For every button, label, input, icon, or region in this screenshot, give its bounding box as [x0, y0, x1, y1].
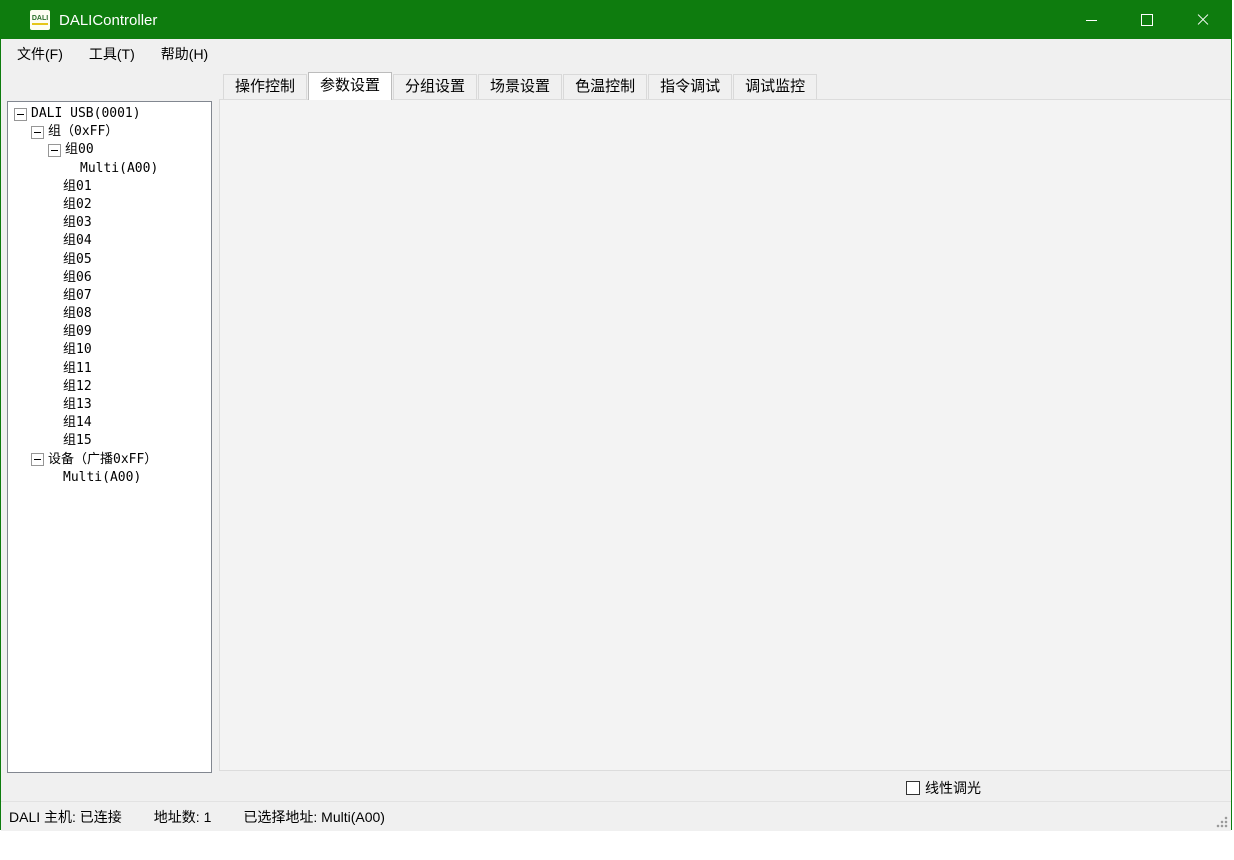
app-window: DALI DALIController 文件(F)工具(T)帮助(H) 操作控制…: [0, 0, 1232, 830]
tab-strip: 操作控制参数设置分组设置场景设置色温控制指令调试调试监控: [223, 74, 818, 100]
minimize-icon: [1086, 20, 1097, 21]
maximize-icon: [1141, 14, 1153, 26]
menu-item-1[interactable]: 工具(T): [79, 40, 145, 68]
tree-item-label: 组07: [63, 287, 92, 305]
resize-grip[interactable]: [1216, 816, 1228, 828]
tab-参数设置[interactable]: 参数设置: [308, 72, 392, 100]
status-bar: DALI 主机: 已连接 地址数: 1 已选择地址: Multi(A00): [1, 801, 1231, 831]
tree-item-group-03[interactable]: 组03: [8, 214, 211, 232]
tree-item-label: 组10: [63, 341, 92, 359]
tree-item-dali-usb[interactable]: DALI USB(0001): [8, 105, 211, 123]
close-button[interactable]: [1175, 1, 1231, 39]
tree-item-label: 组00: [65, 141, 94, 159]
tree-item-label: Multi(A00): [63, 469, 141, 487]
statusbar-selected-address: 已选择地址: Multi(A00): [243, 807, 385, 827]
tree-item-group-13[interactable]: 组13: [8, 396, 211, 414]
device-tree[interactable]: DALI USB(0001)组（0xFF）组00Multi(A00)组01组02…: [7, 101, 212, 773]
linear-dimming-checkbox[interactable]: [906, 781, 920, 795]
tree-item-label: DALI USB(0001): [31, 105, 141, 123]
tab-调试监控[interactable]: 调试监控: [733, 74, 817, 99]
tree-expander-icon[interactable]: [14, 108, 27, 121]
title-bar: DALI DALIController: [1, 1, 1231, 39]
tree-item-group-05[interactable]: 组05: [8, 251, 211, 269]
statusbar-address-count: 地址数: 1: [154, 807, 212, 827]
tree-item-label: Multi(A00): [80, 160, 158, 178]
tree-item-group-10[interactable]: 组10: [8, 341, 211, 359]
tab-色温控制[interactable]: 色温控制: [563, 74, 647, 99]
window-title: DALIController: [59, 12, 1063, 29]
tree-item-label: 组15: [63, 432, 92, 450]
statusbar-host: DALI 主机: 已连接: [9, 807, 122, 827]
tree-item-group-08[interactable]: 组08: [8, 305, 211, 323]
tree-item-label: 组02: [63, 196, 92, 214]
screen: DALI DALIController 文件(F)工具(T)帮助(H) 操作控制…: [0, 0, 1234, 860]
tree-item-label: 组08: [63, 305, 92, 323]
linear-dimming-label: 线性调光: [925, 778, 981, 798]
menu-item-0[interactable]: 文件(F): [7, 40, 73, 68]
tree-item-group-06[interactable]: 组06: [8, 269, 211, 287]
maximize-button[interactable]: [1119, 1, 1175, 39]
tree-item-label: 组03: [63, 214, 92, 232]
tree-item-group-11[interactable]: 组11: [8, 360, 211, 378]
tree-expander-icon[interactable]: [31, 453, 44, 466]
tree-item-label: 组11: [63, 360, 92, 378]
minimize-button[interactable]: [1063, 1, 1119, 39]
menu-item-2[interactable]: 帮助(H): [151, 40, 218, 68]
menu-bar: 文件(F)工具(T)帮助(H): [1, 39, 1231, 69]
tree-item-label: 组06: [63, 269, 92, 287]
tree-item-label: 组04: [63, 232, 92, 250]
tab-分组设置[interactable]: 分组设置: [393, 74, 477, 99]
tree-item-group-01[interactable]: 组01: [8, 178, 211, 196]
tree-item-label: 组05: [63, 251, 92, 269]
tree-item-group-07[interactable]: 组07: [8, 287, 211, 305]
tree-item-label: 组01: [63, 178, 92, 196]
tree-item-label: 组13: [63, 396, 92, 414]
close-icon: [1197, 14, 1209, 26]
tree-item-group-00[interactable]: 组00: [8, 141, 211, 159]
tree-item-group-04[interactable]: 组04: [8, 232, 211, 250]
app-icon: DALI: [30, 10, 50, 30]
app-icon-text: DALI: [32, 15, 48, 25]
tree-item-label: 组12: [63, 378, 92, 396]
tree-item-group-root[interactable]: 组（0xFF）: [8, 123, 211, 141]
tree-item-label: 组09: [63, 323, 92, 341]
tree-item-group-02[interactable]: 组02: [8, 196, 211, 214]
tree-item-group-09[interactable]: 组09: [8, 323, 211, 341]
tab-page-parameters: [219, 99, 1231, 771]
tree-item-device-broadcast[interactable]: 设备（广播0xFF）: [8, 451, 211, 469]
tree-expander-icon[interactable]: [31, 126, 44, 139]
tree-item-multi-a00[interactable]: Multi(A00): [8, 160, 211, 178]
tree-item-label: 组（0xFF）: [48, 123, 118, 141]
tree-item-group-15[interactable]: 组15: [8, 432, 211, 450]
tree-item-group-12[interactable]: 组12: [8, 378, 211, 396]
tree-item-group-14[interactable]: 组14: [8, 414, 211, 432]
linear-dimming-checkbox-row: 线性调光: [906, 778, 981, 798]
tree-expander-icon[interactable]: [48, 144, 61, 157]
tab-操作控制[interactable]: 操作控制: [223, 74, 307, 99]
tree-item-device-multi-a00[interactable]: Multi(A00): [8, 469, 211, 487]
tree-item-label: 组14: [63, 414, 92, 432]
tab-指令调试[interactable]: 指令调试: [648, 74, 732, 99]
tab-场景设置[interactable]: 场景设置: [478, 74, 562, 99]
tree-item-label: 设备（广播0xFF）: [48, 451, 157, 469]
